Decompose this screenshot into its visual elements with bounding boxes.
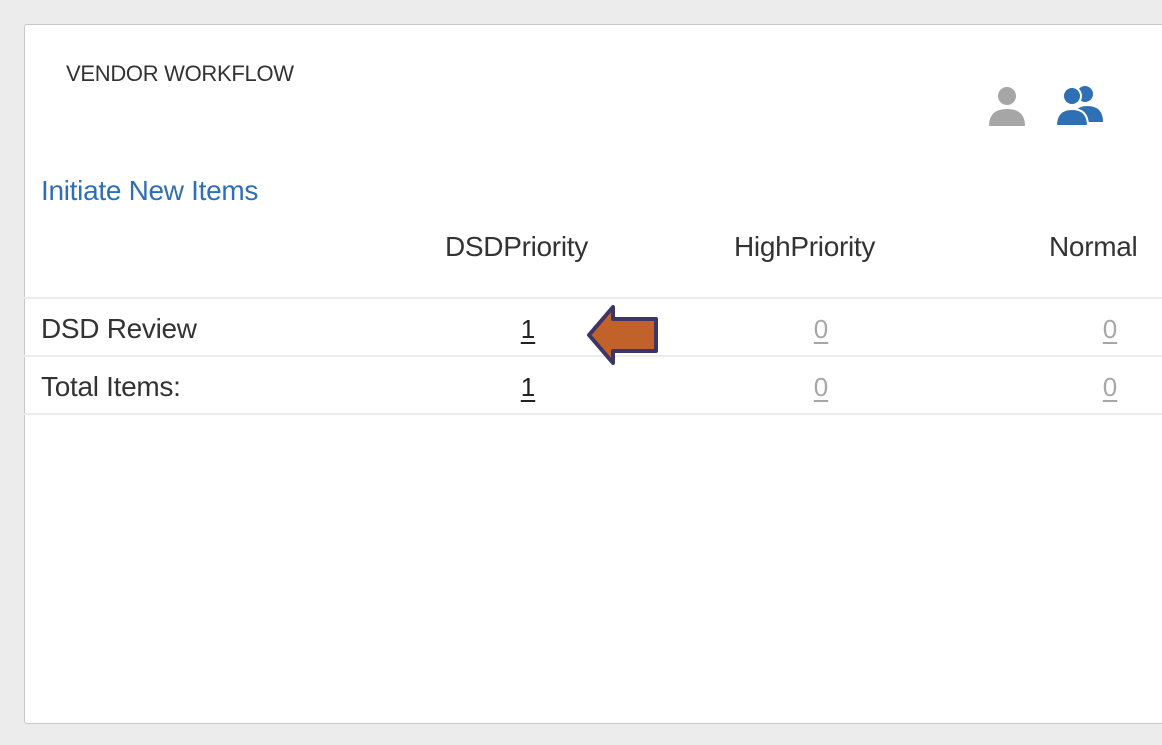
single-user-icon[interactable] <box>985 78 1041 134</box>
header-divider <box>0 297 1162 299</box>
dsd-review-highpriority-count[interactable]: 0 <box>801 314 841 345</box>
row-divider <box>0 355 1162 357</box>
column-header-highpriority: HighPriority <box>734 231 876 262</box>
annotation-arrow-icon <box>586 302 662 373</box>
row-label-total-items: Total Items: <box>41 371 181 402</box>
column-header-normal: Normal <box>1049 231 1138 262</box>
group-users-icon[interactable] <box>1055 78 1111 134</box>
dsd-review-dsdpriority-count[interactable]: 1 <box>508 314 548 345</box>
row-divider <box>0 413 1162 415</box>
column-header-dsdpriority: DSDPriority <box>445 231 588 262</box>
row-label-dsd-review: DSD Review <box>41 313 197 344</box>
panel-title: VENDOR WORKFLOW <box>66 61 294 86</box>
total-items-dsdpriority-count[interactable]: 1 <box>508 372 548 403</box>
initiate-new-items-link[interactable]: Initiate New Items <box>41 175 258 207</box>
dsd-review-normal-count[interactable]: 0 <box>1090 314 1130 345</box>
total-items-normal-count[interactable]: 0 <box>1090 372 1130 403</box>
total-items-highpriority-count[interactable]: 0 <box>801 372 841 403</box>
